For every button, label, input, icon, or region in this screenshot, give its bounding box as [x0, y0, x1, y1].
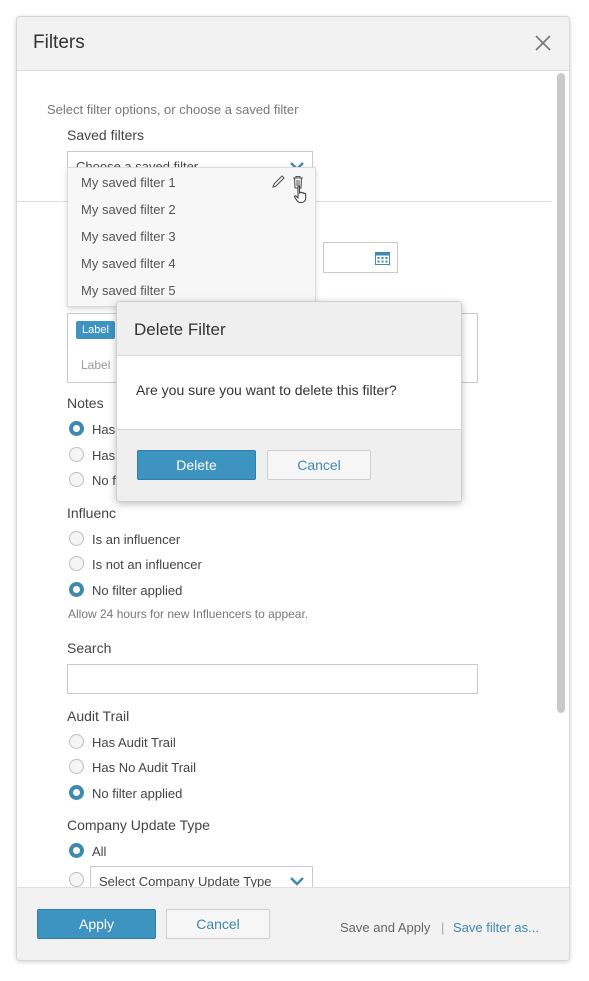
search-input[interactable]: [67, 664, 478, 694]
company-update-select[interactable]: Select Company Update Type: [90, 866, 313, 887]
company-update-radio-all[interactable]: [69, 843, 84, 858]
saved-filter-item[interactable]: My saved filter 2: [68, 195, 315, 222]
audit-trail-label: Audit Trail: [67, 708, 130, 724]
edit-icon[interactable]: [271, 174, 285, 189]
intro-hint: Select filter options, or choose a saved…: [47, 102, 299, 117]
close-icon[interactable]: [531, 31, 555, 55]
influencer-option-3: No filter applied: [92, 583, 183, 598]
modal-footer: Delete Cancel: [117, 429, 461, 501]
footer-separator: |: [441, 920, 445, 935]
saved-filter-item[interactable]: My saved filter 1: [68, 168, 315, 203]
audit-radio-has-no[interactable]: [69, 759, 84, 774]
apply-button[interactable]: Apply: [37, 909, 156, 939]
saved-filter-item[interactable]: My saved filter 4: [68, 249, 315, 276]
delete-filter-modal: Delete Filter Are you sure you want to d…: [116, 301, 462, 502]
labels-input-placeholder: Label: [81, 358, 111, 372]
saved-filter-item[interactable]: My saved filter 5: [68, 276, 315, 303]
influencer-label: Influenc: [67, 505, 117, 521]
filters-panel: Filters Select filter options, or choose…: [16, 16, 570, 961]
notes-option-2: Has: [92, 448, 116, 463]
audit-radio-has[interactable]: [69, 734, 84, 749]
scrollbar[interactable]: [557, 73, 565, 713]
modal-header: Delete Filter: [117, 302, 461, 356]
notes-option-1: Has: [92, 422, 116, 437]
notes-option-3: No fi: [92, 473, 119, 488]
delete-button[interactable]: Delete: [137, 450, 256, 480]
notes-radio-has[interactable]: [69, 421, 84, 436]
audit-option-1: Has Audit Trail: [92, 735, 176, 750]
modal-message: Are you sure you want to delete this fil…: [136, 382, 397, 398]
company-update-label: Company Update Type: [67, 817, 210, 833]
chevron-down-icon: [290, 877, 304, 886]
influencer-hint: Allow 24 hours for new Influencers to ap…: [68, 607, 309, 621]
saved-filter-item-label: My saved filter 5: [81, 283, 176, 298]
company-update-select-placeholder: Select Company Update Type: [99, 874, 272, 887]
saved-filter-item-label: My saved filter 3: [81, 229, 176, 244]
saved-filter-item-label: My saved filter 1: [81, 175, 176, 190]
label-tag[interactable]: Label: [76, 321, 115, 339]
cancel-button[interactable]: Cancel: [166, 909, 270, 939]
company-update-radio-select[interactable]: [69, 872, 84, 887]
saved-filters-label: Saved filters: [67, 127, 145, 143]
notes-radio-has-no[interactable]: [69, 447, 84, 462]
company-update-option-all: All: [92, 844, 107, 859]
audit-radio-no-filter[interactable]: [69, 785, 84, 800]
modal-title: Delete Filter: [134, 320, 226, 339]
saved-filter-item-label: My saved filter 4: [81, 256, 176, 271]
saved-filter-item[interactable]: My saved filter 3: [68, 222, 315, 249]
date-input[interactable]: [323, 242, 398, 273]
save-and-apply-link[interactable]: Save and Apply: [340, 920, 430, 935]
notes-label: Notes: [67, 395, 104, 411]
influencer-option-1: Is an influencer: [92, 532, 181, 547]
save-filter-as-link[interactable]: Save filter as...: [453, 920, 539, 935]
panel-title: Filters: [33, 32, 85, 53]
influencer-radio-is[interactable]: [69, 531, 84, 546]
search-label: Search: [67, 640, 112, 656]
influencer-option-2: Is not an influencer: [92, 557, 202, 572]
saved-filter-item-label: My saved filter 2: [81, 202, 176, 217]
influencer-radio-no-filter[interactable]: [69, 582, 84, 597]
audit-option-3: No filter applied: [92, 786, 183, 801]
panel-header: Filters: [17, 17, 569, 71]
saved-filter-dropdown: My saved filter 1 My saved filter 2 My s…: [67, 167, 316, 307]
modal-cancel-button[interactable]: Cancel: [267, 450, 371, 480]
panel-footer: Apply Cancel Save and Apply | Save filte…: [17, 887, 569, 960]
influencer-radio-is-not[interactable]: [69, 556, 84, 571]
notes-radio-no-filter[interactable]: [69, 472, 84, 487]
audit-option-2: Has No Audit Trail: [92, 760, 197, 775]
calendar-icon[interactable]: [375, 251, 390, 265]
